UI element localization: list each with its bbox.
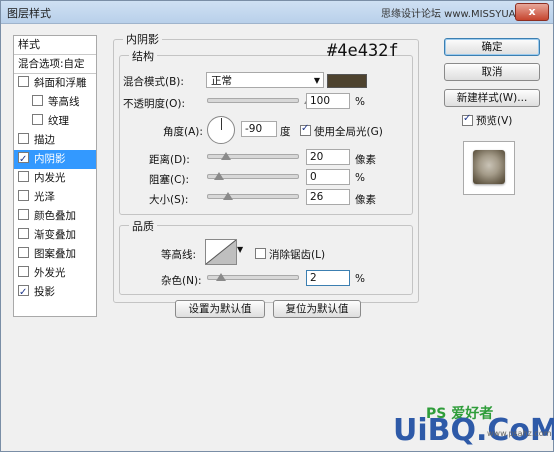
style-item-label: 外发光 <box>34 267 66 279</box>
quality-title: 品质 <box>129 218 157 234</box>
opacity-slider[interactable] <box>207 98 299 103</box>
styles-list: 样式 混合选项:自定 斜面和浮雕等高线纹理描边内阴影内发光光泽颜色叠加渐变叠加图… <box>13 35 97 317</box>
noise-label: 杂色(N): <box>161 275 202 287</box>
style-item[interactable]: 内阴影 <box>14 150 96 169</box>
style-item[interactable]: 光泽 <box>14 188 96 207</box>
antialias-checkbox[interactable] <box>255 248 266 259</box>
style-item-checkbox[interactable] <box>18 228 29 239</box>
opacity-unit: % <box>355 96 365 108</box>
styles-header[interactable]: 样式 <box>14 36 96 55</box>
layer-style-dialog: 图层样式 思缘设计论坛 www.MISSYUAN.COM x 样式 混合选项:自… <box>0 0 554 452</box>
opacity-label: 不透明度(O): <box>123 98 185 110</box>
chevron-down-icon: ▼ <box>313 76 320 85</box>
global-light-checkbox[interactable] <box>300 123 311 136</box>
style-item[interactable]: 渐变叠加 <box>14 226 96 245</box>
contour-curve-icon <box>205 239 237 265</box>
watermark-small: www.psahz.com <box>487 429 552 438</box>
style-item-label: 内阴影 <box>34 153 66 165</box>
style-item-label: 斜面和浮雕 <box>34 77 87 89</box>
blend-mode-value: 正常 <box>211 75 232 87</box>
noise-unit: % <box>355 273 365 285</box>
contour-dropdown-arrow-icon[interactable]: ▼ <box>237 245 243 254</box>
style-item[interactable]: 颜色叠加 <box>14 207 96 226</box>
style-preview <box>463 141 515 195</box>
structure-title: 结构 <box>129 48 157 64</box>
choke-slider-thumb[interactable] <box>214 172 224 180</box>
style-item-checkbox[interactable] <box>18 150 29 169</box>
angle-unit: 度 <box>280 126 291 138</box>
style-item-label: 描边 <box>34 134 55 146</box>
style-item[interactable]: 投影 <box>14 283 96 302</box>
inner-shadow-title: 内阴影 <box>123 31 162 47</box>
style-item-label: 颜色叠加 <box>34 210 76 222</box>
style-item[interactable]: 等高线 <box>14 93 96 112</box>
size-unit: 像素 <box>355 194 376 206</box>
cancel-button[interactable]: 取消 <box>444 63 540 81</box>
preview-label: 预览(V) <box>476 115 513 127</box>
preview-checkbox[interactable] <box>462 113 473 126</box>
choke-unit: % <box>355 172 365 184</box>
choke-label: 阻塞(C): <box>149 174 190 186</box>
style-item-label: 渐变叠加 <box>34 229 76 241</box>
style-item-checkbox[interactable] <box>18 209 29 220</box>
distance-slider-thumb[interactable] <box>221 152 232 160</box>
opacity-input[interactable]: 100 <box>306 93 350 109</box>
new-style-button[interactable]: 新建样式(W)... <box>444 89 540 107</box>
style-item-label: 图案叠加 <box>34 248 76 260</box>
style-item-checkbox[interactable] <box>18 266 29 277</box>
antialias-label: 消除锯齿(L) <box>269 249 326 261</box>
choke-input[interactable]: 0 <box>306 169 350 185</box>
size-input[interactable]: 26 <box>306 189 350 205</box>
title-bar: 图层样式 思缘设计论坛 www.MISSYUAN.COM x <box>1 1 553 24</box>
ok-button[interactable]: 确定 <box>444 38 540 56</box>
style-preview-swatch <box>473 150 505 184</box>
contour-picker[interactable] <box>205 239 237 265</box>
style-item[interactable]: 斜面和浮雕 <box>14 74 96 93</box>
shadow-color-swatch[interactable] <box>327 74 367 88</box>
noise-slider-thumb[interactable] <box>215 273 226 281</box>
angle-dial[interactable] <box>207 116 235 144</box>
style-item[interactable]: 纹理 <box>14 112 96 131</box>
close-button[interactable]: x <box>515 3 549 21</box>
style-item[interactable]: 图案叠加 <box>14 245 96 264</box>
style-item-label: 投影 <box>34 286 55 298</box>
distance-unit: 像素 <box>355 154 376 166</box>
global-light-label: 使用全局光(G) <box>314 126 383 138</box>
style-item-label: 光泽 <box>34 191 55 203</box>
style-item-checkbox[interactable] <box>32 114 43 125</box>
noise-input[interactable]: 2 <box>306 270 350 286</box>
reset-default-button[interactable]: 复位为默认值 <box>273 300 361 318</box>
angle-input[interactable]: -90 <box>241 121 277 137</box>
style-item-label: 等高线 <box>48 96 80 108</box>
size-slider[interactable] <box>207 194 299 199</box>
blend-mode-select[interactable]: 正常 ▼ <box>206 72 324 88</box>
style-item-checkbox[interactable] <box>32 95 43 106</box>
style-item-checkbox[interactable] <box>18 247 29 258</box>
size-label: 大小(S): <box>149 194 189 206</box>
blending-options-item[interactable]: 混合选项:自定 <box>14 55 96 74</box>
distance-input[interactable]: 20 <box>306 149 350 165</box>
dialog-title: 图层样式 <box>7 7 51 20</box>
contour-label: 等高线: <box>161 249 197 261</box>
angle-dial-hand <box>221 118 222 130</box>
style-item-checkbox[interactable] <box>18 283 29 302</box>
style-item-checkbox[interactable] <box>18 76 29 87</box>
style-item-checkbox[interactable] <box>18 171 29 182</box>
style-item[interactable]: 内发光 <box>14 169 96 188</box>
distance-label: 距离(D): <box>149 154 190 166</box>
style-item-checkbox[interactable] <box>18 133 29 144</box>
style-item[interactable]: 外发光 <box>14 264 96 283</box>
blend-mode-label: 混合模式(B): <box>123 76 184 88</box>
color-hex-label: #4e432f <box>327 41 399 61</box>
set-default-button[interactable]: 设置为默认值 <box>175 300 265 318</box>
size-slider-thumb[interactable] <box>223 192 233 200</box>
angle-label: 角度(A): <box>163 126 203 138</box>
style-item-label: 纹理 <box>48 115 69 127</box>
style-item-label: 内发光 <box>34 172 66 184</box>
style-item[interactable]: 描边 <box>14 131 96 150</box>
style-item-checkbox[interactable] <box>18 190 29 201</box>
